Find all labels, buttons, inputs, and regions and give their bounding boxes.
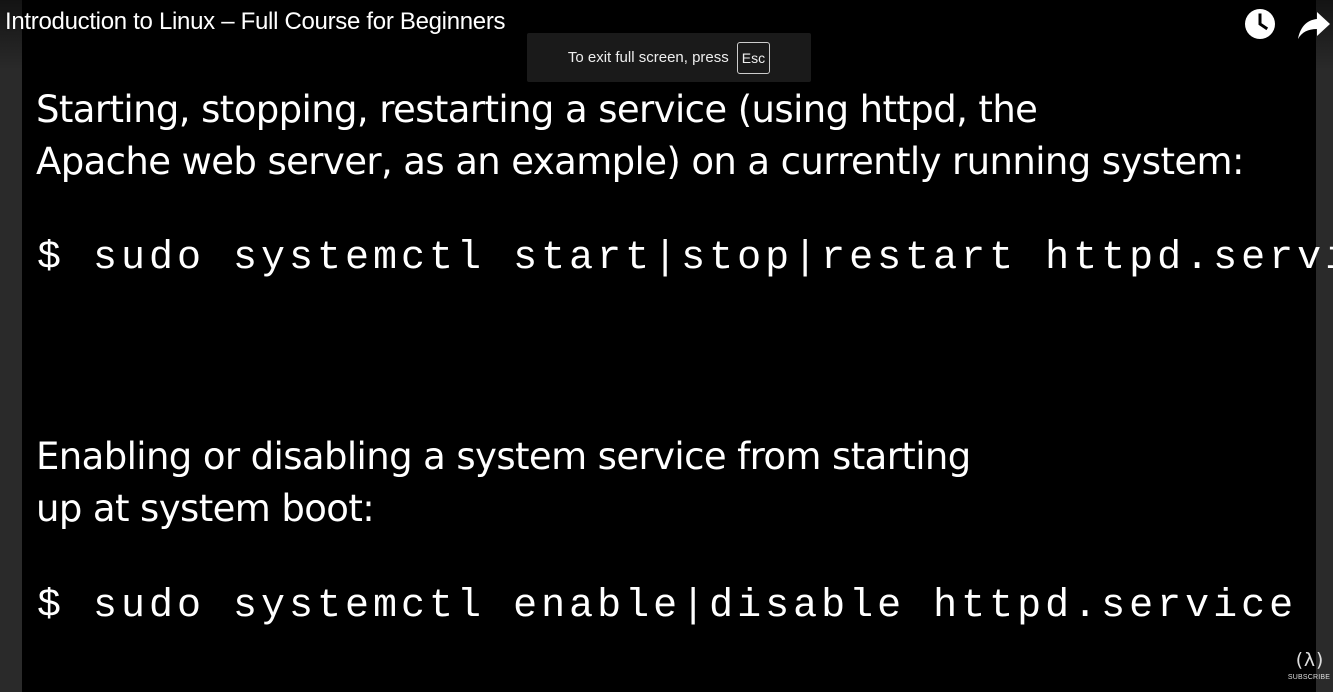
- video-player[interactable]: Starting, stopping, restarting a service…: [0, 0, 1333, 692]
- share-arrow-icon: [1298, 12, 1330, 39]
- letterbox-left: [0, 0, 22, 692]
- slide-heading-2-line-2: up at system boot:: [36, 487, 375, 530]
- slide-heading-1: Starting, stopping, restarting a service…: [36, 84, 1244, 188]
- fullscreen-exit-toast: To exit full screen, press Esc: [527, 33, 811, 82]
- esc-key-badge: Esc: [736, 41, 771, 74]
- slide-heading-1-line-1: Starting, stopping, restarting a service…: [36, 88, 1038, 131]
- fullscreen-exit-text: To exit full screen, press: [567, 49, 729, 66]
- watch-later-button[interactable]: [1242, 6, 1278, 42]
- subscribe-watermark[interactable]: (λ) SUBSCRIBE: [1287, 646, 1331, 690]
- letterbox-right: [1316, 0, 1333, 692]
- video-title[interactable]: Introduction to Linux – Full Course for …: [5, 8, 506, 36]
- share-button[interactable]: [1296, 6, 1332, 42]
- subscribe-label: SUBSCRIBE: [1287, 674, 1331, 681]
- slide-heading-2-line-1: Enabling or disabling a system service f…: [36, 435, 971, 478]
- slide-heading-2: Enabling or disabling a system service f…: [36, 431, 971, 535]
- slide-heading-1-line-2: Apache web server, as an example) on a c…: [36, 140, 1244, 183]
- slide-command-2: $ sudo systemctl enable|disable httpd.se…: [37, 584, 1298, 629]
- clock-icon: [1245, 9, 1275, 39]
- slide-command-1: $ sudo systemctl start|stop|restart http…: [37, 236, 1333, 281]
- freecodecamp-logo-icon: (λ): [1293, 649, 1325, 671]
